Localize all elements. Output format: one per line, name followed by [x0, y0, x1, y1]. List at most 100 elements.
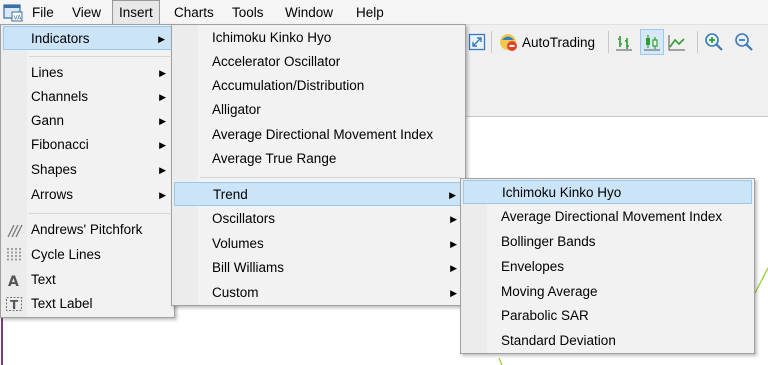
menu-item-label: Oscillators	[212, 211, 276, 226]
menu-item-label: Volumes	[212, 236, 264, 251]
menu-item-label: Andrews' Pitchfork	[31, 222, 143, 237]
menu-item-label: Text	[31, 272, 56, 287]
menu-item-label: Shapes	[31, 162, 77, 177]
zoom-in-button[interactable]	[704, 29, 724, 55]
indicators-item-adx[interactable]: Average Directional Movement Index	[174, 123, 463, 147]
submenu-arrow-icon: ▶	[450, 288, 457, 298]
submenu-arrow-icon: ▶	[158, 34, 165, 44]
toolbar-separator	[697, 31, 698, 53]
autotrading-label: AutoTrading	[522, 34, 596, 50]
insert-item-andrews-pitchfork[interactable]: Andrews' Pitchfork	[3, 218, 172, 242]
insert-item-gann[interactable]: Gann ▶	[3, 109, 172, 133]
line-chart-button[interactable]	[668, 29, 686, 55]
autotrading-button[interactable]: AutoTrading	[498, 29, 595, 55]
menu-insert[interactable]: Insert	[112, 0, 160, 25]
submenu-arrow-icon: ▶	[159, 92, 166, 102]
cycle-lines-icon	[7, 248, 21, 262]
submenu-arrow-icon: ▶	[449, 190, 456, 200]
submenu-arrow-icon: ▶	[450, 214, 457, 224]
insert-item-indicators[interactable]: Indicators ▶	[3, 26, 172, 50]
indicators-item-custom[interactable]: Custom ▶	[174, 281, 463, 305]
trend-item-standard-deviation[interactable]: Standard Deviation	[463, 329, 752, 353]
insert-item-text-label[interactable]: T Text Label	[3, 292, 172, 316]
menu-item-label: Envelopes	[501, 259, 565, 274]
menu-file[interactable]: File	[26, 0, 60, 25]
menu-item-label: Average True Range	[212, 151, 337, 166]
submenu-arrow-icon: ▶	[450, 263, 457, 273]
insert-item-text[interactable]: A Text	[3, 268, 172, 292]
insert-item-cycle-lines[interactable]: Cycle Lines	[3, 243, 172, 267]
bar-chart-icon	[616, 36, 632, 51]
indicators-item-average-true-range[interactable]: Average True Range	[174, 147, 463, 171]
menu-item-label: Bill Williams	[212, 260, 284, 275]
indicators-item-volumes[interactable]: Volumes ▶	[174, 232, 463, 256]
pitchfork-icon	[7, 224, 23, 238]
indicators-submenu: Ichimoku Kinko Hyo Accelerator Oscillato…	[171, 24, 466, 306]
menu-item-label: Average Directional Movement Index	[212, 127, 434, 142]
menu-item-label: Arrows	[31, 187, 74, 202]
menubar: VA File View Insert Charts Tools Window …	[0, 0, 768, 25]
indicators-item-alligator[interactable]: Alligator	[174, 98, 463, 122]
menu-item-label: Alligator	[212, 102, 261, 117]
svg-text:A: A	[8, 274, 19, 289]
insert-item-lines[interactable]: Lines ▶	[3, 61, 172, 85]
trend-item-bollinger-bands[interactable]: Bollinger Bands	[463, 230, 752, 254]
insert-item-arrows[interactable]: Arrows ▶	[3, 183, 172, 207]
zoom-out-button[interactable]	[734, 29, 754, 55]
insert-item-shapes[interactable]: Shapes ▶	[3, 158, 172, 182]
bar-chart-button[interactable]	[615, 29, 633, 55]
text-icon: A	[8, 274, 19, 289]
menu-help[interactable]: Help	[350, 0, 390, 25]
menu-item-label: Fibonacci	[31, 137, 89, 152]
indicators-item-trend[interactable]: Trend ▶	[174, 182, 463, 206]
menu-separator	[200, 177, 461, 178]
menu-item-label: Accelerator Oscillator	[212, 54, 341, 69]
submenu-arrow-icon: ▶	[450, 239, 457, 249]
zoom-out-icon	[735, 33, 753, 51]
menu-item-label: Channels	[31, 89, 89, 104]
indicators-item-accumulation-distribution[interactable]: Accumulation/Distribution	[174, 74, 463, 98]
text-label-icon: T	[5, 296, 23, 312]
insert-item-channels[interactable]: Channels ▶	[3, 85, 172, 109]
autotrading-icon	[500, 34, 517, 51]
menu-view[interactable]: View	[66, 0, 107, 25]
menu-item-label: Bollinger Bands	[501, 234, 596, 249]
menu-item-label: Cycle Lines	[31, 247, 101, 262]
svg-text:T: T	[10, 298, 19, 312]
candlestick-chart-icon	[644, 35, 660, 51]
fit-window-button[interactable]	[468, 29, 486, 55]
trend-item-ichimoku[interactable]: Ichimoku Kinko Hyo	[463, 180, 752, 204]
insert-item-fibonacci[interactable]: Fibonacci ▶	[3, 133, 172, 157]
toolbar-separator	[608, 31, 609, 53]
menu-item-label: Ichimoku Kinko Hyo	[502, 185, 622, 200]
menu-separator	[29, 213, 170, 214]
submenu-arrow-icon: ▶	[159, 68, 166, 78]
menu-separator	[29, 56, 170, 57]
indicators-item-bill-williams[interactable]: Bill Williams ▶	[174, 256, 463, 280]
app-icon[interactable]: VA	[3, 3, 23, 22]
zoom-in-icon	[705, 33, 723, 51]
menu-item-label: Indicators	[31, 31, 90, 46]
trend-submenu: Ichimoku Kinko Hyo Average Directional M…	[460, 178, 755, 354]
menu-item-label: Ichimoku Kinko Hyo	[212, 30, 332, 45]
menu-charts[interactable]: Charts	[168, 0, 220, 25]
svg-text:VA: VA	[14, 15, 23, 22]
candlestick-chart-button[interactable]	[640, 29, 664, 55]
menu-item-label: Accumulation/Distribution	[212, 78, 365, 93]
trend-item-envelopes[interactable]: Envelopes	[463, 255, 752, 279]
trend-item-adx[interactable]: Average Directional Movement Index	[463, 205, 752, 229]
menu-item-label: Standard Deviation	[501, 333, 616, 348]
indicators-item-oscillators[interactable]: Oscillators ▶	[174, 207, 463, 231]
menu-item-label: Gann	[31, 113, 65, 128]
indicators-item-accelerator-oscillator[interactable]: Accelerator Oscillator	[174, 50, 463, 74]
indicators-item-ichimoku[interactable]: Ichimoku Kinko Hyo	[174, 26, 463, 50]
toolbar-separator	[491, 31, 492, 53]
menu-window[interactable]: Window	[279, 0, 339, 25]
menu-tools[interactable]: Tools	[226, 0, 270, 25]
submenu-arrow-icon: ▶	[159, 190, 166, 200]
trend-item-parabolic-sar[interactable]: Parabolic SAR	[463, 304, 752, 328]
trend-item-moving-average[interactable]: Moving Average	[463, 280, 752, 304]
submenu-arrow-icon: ▶	[159, 165, 166, 175]
menu-item-label: Trend	[213, 187, 248, 202]
fit-window-icon	[468, 33, 486, 51]
